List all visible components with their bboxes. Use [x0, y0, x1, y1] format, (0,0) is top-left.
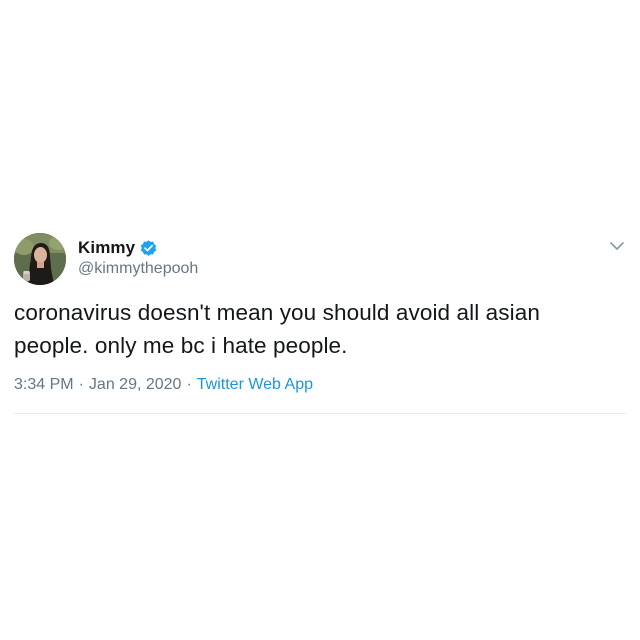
avatar-image — [14, 233, 66, 285]
avatar[interactable] — [14, 233, 66, 285]
tweet-text: coronavirus doesn't mean you should avoi… — [14, 296, 614, 362]
tweet-meta: 3:34 PM · Jan 29, 2020 · Twitter Web App — [14, 376, 313, 394]
meta-separator: · — [78, 376, 84, 393]
tweet-time[interactable]: 3:34 PM — [14, 376, 74, 393]
tweet-date[interactable]: Jan 29, 2020 — [89, 376, 182, 393]
verified-badge-icon — [139, 239, 158, 258]
name-row: Kimmy — [78, 236, 158, 260]
tweet-text-line: coronavirus doesn't mean you should avoi… — [14, 300, 540, 325]
meta-separator: · — [186, 376, 192, 393]
tweet-source-link[interactable]: Twitter Web App — [197, 376, 313, 393]
divider — [14, 413, 626, 414]
tweet-screenshot: Kimmy @kimmythepooh coronavirus doesn't … — [0, 0, 640, 640]
display-name[interactable]: Kimmy — [78, 238, 135, 258]
chevron-down-icon[interactable] — [608, 237, 626, 255]
user-handle[interactable]: @kimmythepooh — [78, 260, 198, 278]
tweet-text-line: people. only me bc i hate people. — [14, 333, 348, 358]
